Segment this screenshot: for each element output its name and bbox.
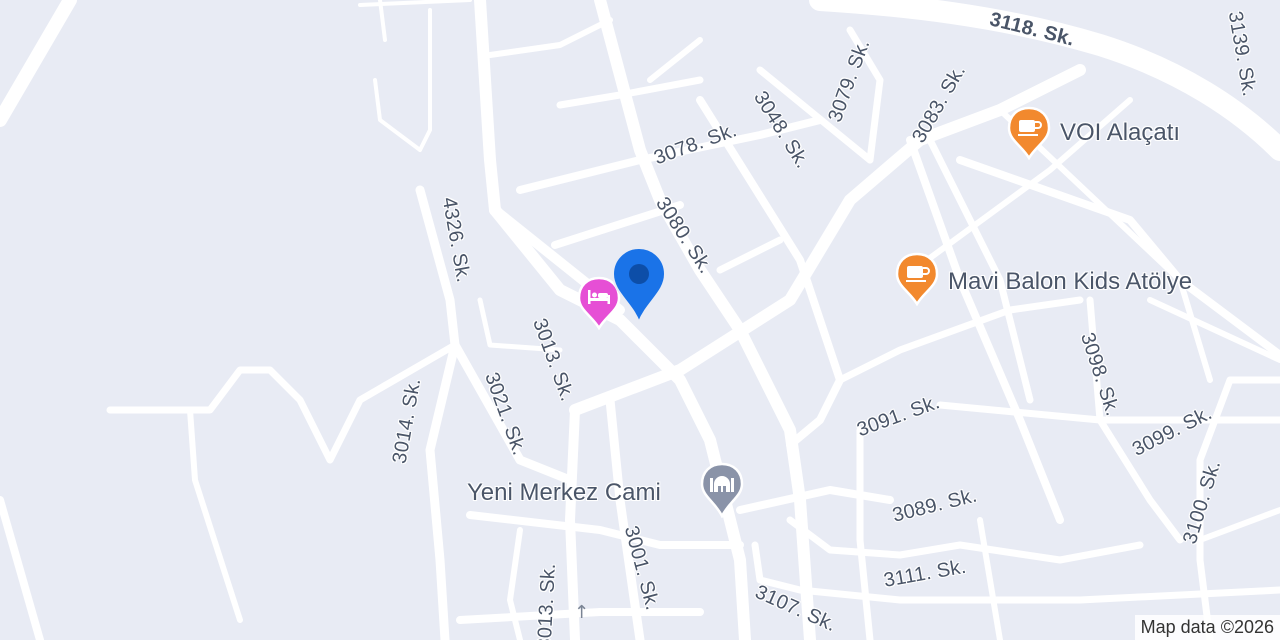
poi-label[interactable]: VOI Alaçatı	[1060, 119, 1180, 147]
poi-label[interactable]: Yeni Merkez Cami	[467, 479, 661, 507]
poi-voi-alacati[interactable]	[1006, 106, 1052, 165]
cafe-icon	[1007, 106, 1051, 161]
poi-yeni-merkez-cami[interactable]	[699, 462, 745, 523]
poi-label[interactable]: Mavi Balon Kids Atölye	[948, 268, 1192, 296]
cafe-icon	[895, 252, 939, 307]
map-canvas[interactable]: 3118. Sk. 3139. Sk. 3079. Sk. 3083. Sk. …	[0, 0, 1280, 640]
poi-mavi-balon[interactable]	[894, 252, 940, 311]
current-location-pin[interactable]	[611, 246, 667, 329]
location-pin-icon	[611, 246, 667, 325]
arrow-up-icon: ↑	[574, 602, 590, 623]
map-attribution[interactable]: Map data ©2026	[1134, 615, 1280, 640]
street-label: 3013. Sk.	[533, 562, 561, 640]
mosque-icon	[700, 462, 744, 519]
